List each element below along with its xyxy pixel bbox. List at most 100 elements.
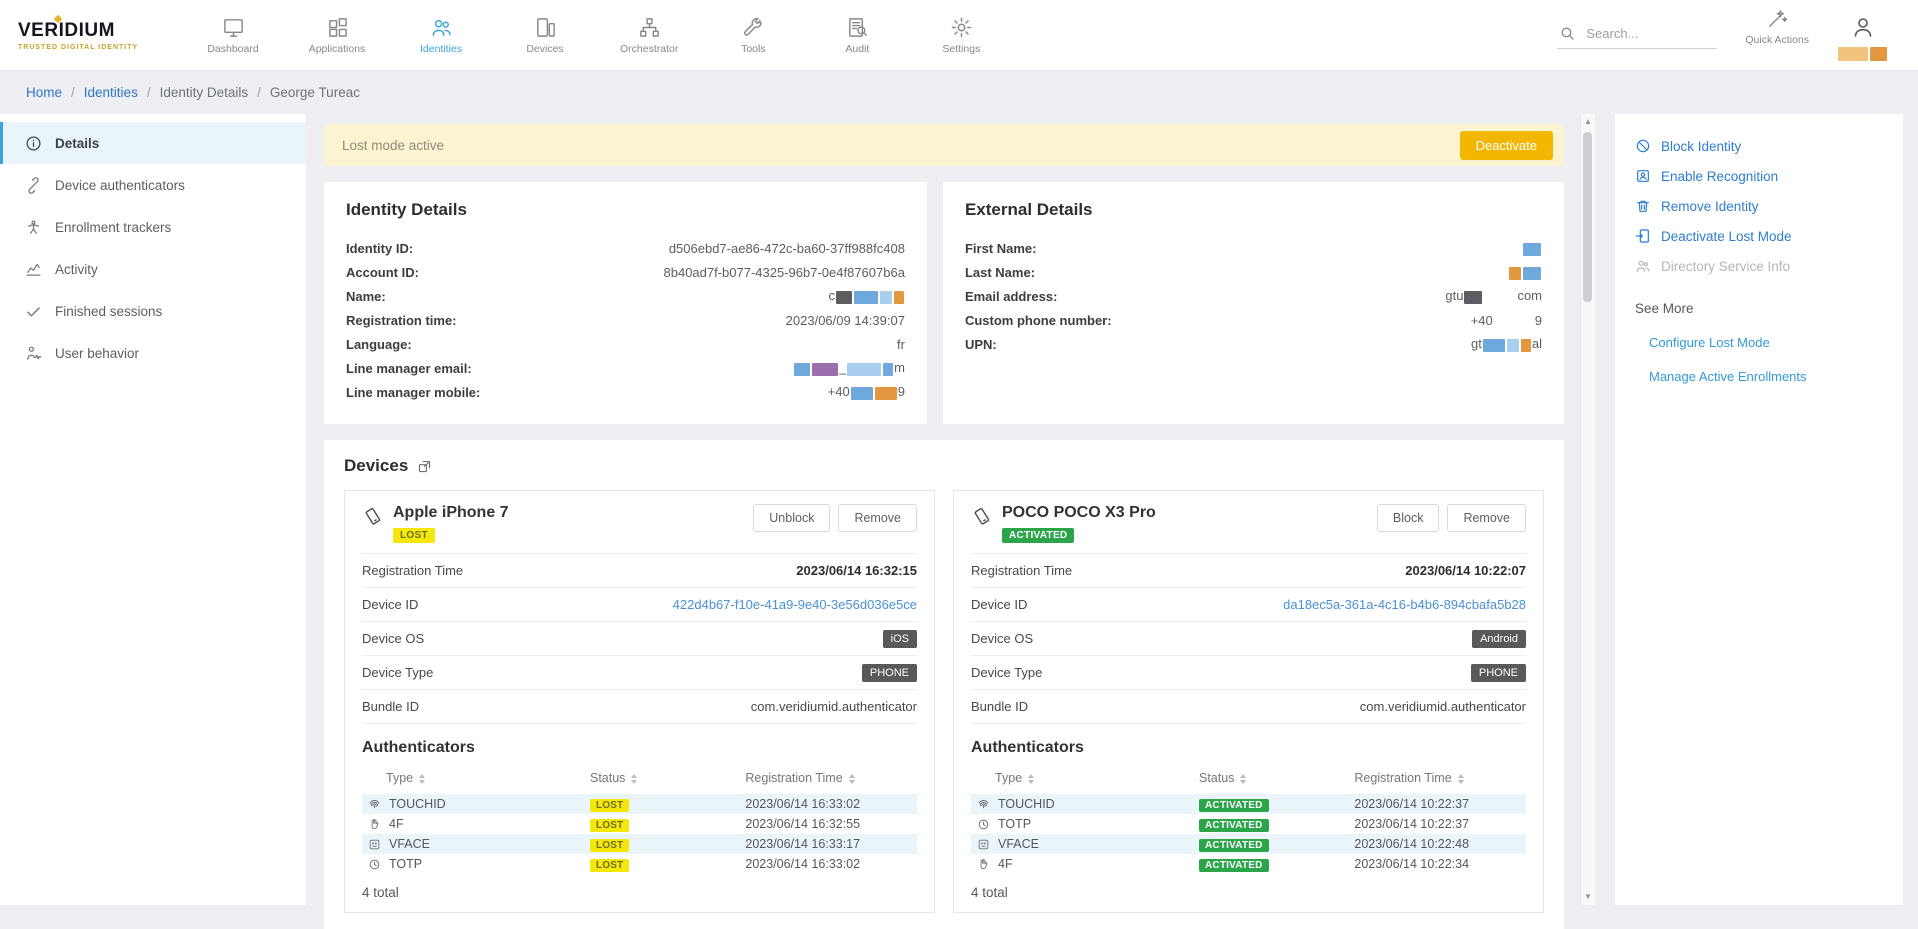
- nav-item-dashboard[interactable]: Dashboard: [204, 16, 262, 55]
- authenticator-row: 4F ACTIVATED 2023/06/14 10:22:34: [971, 854, 1526, 874]
- nav-label: Devices: [526, 43, 563, 55]
- redacted-visible-text: com: [1517, 288, 1542, 303]
- redacted-visible-text: +40: [1471, 313, 1493, 328]
- column-header-registration-time[interactable]: Registration Time: [1348, 768, 1526, 794]
- nav-label: Applications: [309, 43, 366, 55]
- deactivate-lost-mode-button[interactable]: Deactivate: [1460, 131, 1553, 160]
- field-value: 2023/06/14 16:32:15: [796, 563, 917, 578]
- trash-icon: [1635, 198, 1651, 214]
- expand-devices-icon[interactable]: [417, 459, 432, 474]
- nav-item-settings[interactable]: Settings: [932, 16, 990, 55]
- column-header-type[interactable]: Type: [362, 768, 584, 794]
- breadcrumb-separator: /: [257, 85, 261, 100]
- settings-icon: [950, 16, 973, 39]
- authenticator-time: 2023/06/14 16:33:17: [739, 834, 917, 854]
- remove-device-button[interactable]: Remove: [838, 504, 917, 532]
- block-identity-action[interactable]: Block Identity: [1635, 138, 1883, 154]
- field-label: Device ID: [362, 597, 418, 612]
- redaction-block: [854, 291, 878, 304]
- nav-item-devices[interactable]: Devices: [516, 16, 574, 55]
- quick-actions-button[interactable]: Quick Actions: [1745, 7, 1809, 46]
- redacted-field-value: +40 9: [828, 384, 905, 399]
- nav-item-orchestrator[interactable]: Orchestrator: [620, 16, 678, 55]
- enable-recognition-icon: [1635, 168, 1651, 184]
- search-input[interactable]: [1586, 26, 1711, 41]
- sidebar-item-details[interactable]: Details: [0, 122, 306, 164]
- topnav-right-section: Quick Actions: [1557, 7, 1888, 64]
- device-fields: Registration Time 2023/06/14 16:32:15 De…: [362, 553, 917, 724]
- redacted-visible-text: 9: [898, 384, 905, 399]
- redacted-field-value: _m: [793, 360, 905, 375]
- authenticator-type: 4F: [998, 857, 1013, 871]
- column-header-status[interactable]: Status: [1193, 768, 1348, 794]
- device-os-row: Device OS Android: [971, 622, 1526, 656]
- nav-item-applications[interactable]: Applications: [308, 16, 366, 55]
- nav-item-audit[interactable]: Audit: [828, 16, 886, 55]
- breadcrumb-home[interactable]: Home: [26, 85, 62, 100]
- scroll-up-arrow[interactable]: ▲: [1581, 114, 1595, 130]
- configure-lost-mode-link[interactable]: Configure Lost Mode: [1649, 335, 1883, 350]
- authenticator-row: TOTP ACTIVATED 2023/06/14 10:22:37: [971, 814, 1526, 834]
- redaction-block: [1523, 243, 1541, 256]
- user-menu[interactable]: [1837, 7, 1888, 64]
- deactivate-lost-mode-icon: [1635, 228, 1651, 244]
- field-name: Name: c: [346, 284, 905, 308]
- device-id-link[interactable]: 422d4b67-f10e-41a9-9e40-3e56d036e5ce: [673, 597, 917, 612]
- devices-icon: [534, 16, 557, 39]
- main-scrollbar[interactable]: ▲ ▼: [1580, 114, 1595, 905]
- sidebar-item-user-behavior[interactable]: User behavior: [0, 332, 306, 374]
- identity-details-card: Identity Details Identity ID: d506ebd7-a…: [324, 182, 927, 424]
- scrollbar-thumb[interactable]: [1583, 132, 1592, 302]
- nav-item-identities[interactable]: Identities: [412, 16, 470, 55]
- manage-active-enrollments-link[interactable]: Manage Active Enrollments: [1649, 369, 1883, 384]
- nav-label: Orchestrator: [620, 43, 678, 55]
- field-label: Line manager mobile:: [346, 385, 480, 400]
- field-account-id: Account ID: 8b40ad7f-b077-4325-96b7-0e4f…: [346, 260, 905, 284]
- nav-item-tools[interactable]: Tools: [724, 16, 782, 55]
- field-label: Bundle ID: [971, 699, 1028, 714]
- authenticator-type: TOUCHID: [998, 797, 1055, 811]
- identities-icon: [430, 16, 453, 39]
- enable-recognition-action[interactable]: Enable Recognition: [1635, 168, 1883, 184]
- field-value: 2023/06/14 10:22:07: [1405, 563, 1526, 578]
- applications-icon: [326, 16, 349, 39]
- device-id-row: Device ID da18ec5a-361a-4c16-b4b6-894cba…: [971, 588, 1526, 622]
- nav-label: Quick Actions: [1745, 34, 1809, 46]
- device-os-badge: Android: [1472, 630, 1526, 648]
- device-phone-icon: [362, 506, 383, 527]
- column-header-status[interactable]: Status: [584, 768, 739, 794]
- scroll-down-arrow[interactable]: ▼: [1581, 889, 1595, 905]
- authenticator-row: TOUCHID ACTIVATED 2023/06/14 10:22:37: [971, 794, 1526, 814]
- redacted-visible-text: +40: [828, 384, 850, 399]
- field-label: UPN:: [965, 337, 997, 352]
- see-more-heading: See More: [1635, 301, 1883, 316]
- unblock-device-button[interactable]: Unblock: [753, 504, 830, 532]
- authenticator-status-badge: ACTIVATED: [1199, 799, 1269, 812]
- sidebar-item-finished-sessions[interactable]: Finished sessions: [0, 290, 306, 332]
- redaction-block: [1523, 267, 1541, 280]
- field-label: Custom phone number:: [965, 313, 1112, 328]
- sidebar-item-enrollment-trackers[interactable]: Enrollment trackers: [0, 206, 306, 248]
- block-device-button[interactable]: Block: [1377, 504, 1440, 532]
- search-icon[interactable]: [1559, 25, 1576, 42]
- redaction-block: [851, 387, 873, 400]
- remove-device-button[interactable]: Remove: [1447, 504, 1526, 532]
- sort-icon: [849, 774, 855, 784]
- face-scan-icon: [368, 838, 381, 851]
- deactivate-lost-mode-action[interactable]: Deactivate Lost Mode: [1635, 228, 1883, 244]
- column-header-registration-time[interactable]: Registration Time: [739, 768, 917, 794]
- sidebar-item-device-authenticators[interactable]: Device authenticators: [0, 164, 306, 206]
- breadcrumb-separator: /: [147, 85, 151, 100]
- authenticators-title: Authenticators: [971, 739, 1526, 757]
- authenticator-time: 2023/06/14 10:22:34: [1348, 854, 1526, 874]
- breadcrumb-identities[interactable]: Identities: [84, 85, 138, 100]
- remove-identity-action[interactable]: Remove Identity: [1635, 198, 1883, 214]
- sidebar-item-activity[interactable]: Activity: [0, 248, 306, 290]
- device-type-badge: PHONE: [1471, 664, 1526, 682]
- devices-section-title: Devices: [344, 456, 408, 476]
- column-header-type[interactable]: Type: [971, 768, 1193, 794]
- breadcrumb-identity-details: Identity Details: [160, 85, 249, 100]
- veridium-logo[interactable]: VERIDIUM TRUSTED DIGITAL IDENTITY: [18, 20, 170, 51]
- device-id-link[interactable]: da18ec5a-361a-4c16-b4b6-894cbafa5b28: [1283, 597, 1526, 612]
- redaction-block: [1521, 339, 1531, 352]
